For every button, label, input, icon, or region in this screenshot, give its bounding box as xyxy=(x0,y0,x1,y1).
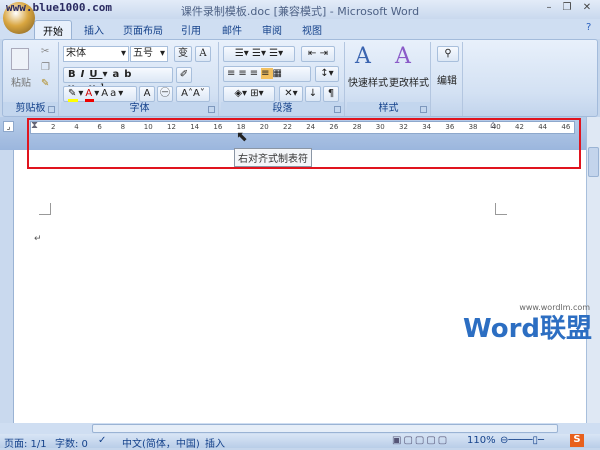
editing-button[interactable]: 编辑 xyxy=(437,72,457,87)
shading-border-buttons[interactable]: ◈▾ ⊞▾ xyxy=(223,86,275,102)
align-buttons[interactable]: ≡≡≡≡▦ xyxy=(223,66,311,82)
tab-review[interactable]: 审阅 xyxy=(262,22,282,37)
find-icon[interactable]: ⚲ xyxy=(437,46,459,62)
sogou-icon[interactable]: S xyxy=(570,434,584,447)
watermark-brand: Word联盟 xyxy=(463,314,593,344)
change-styles-icon[interactable]: A xyxy=(395,44,411,69)
help-icon[interactable]: ? xyxy=(586,22,591,33)
vertical-scrollbar[interactable] xyxy=(586,117,600,423)
dialog-launcher[interactable] xyxy=(208,106,215,113)
tab-insert[interactable]: 插入 xyxy=(84,22,104,37)
group-label: 字体 xyxy=(61,102,218,115)
document-page[interactable]: ↵ xyxy=(14,150,586,423)
dialog-launcher[interactable] xyxy=(334,106,341,113)
ribbon-tabs: 开始 插入 页面布局 引用 邮件 审阅 视图 ? xyxy=(0,19,600,40)
quick-styles-button[interactable]: 快速样式 xyxy=(348,74,388,89)
group-paragraph: ☰▾ ☰▾ ☰▾ ⇤ ⇥ ≡≡≡≡▦ ↕▾ ◈▾ ⊞▾ ✕▾ ↓ ¶ 段落 xyxy=(221,42,345,116)
proofing-icon[interactable]: ✓ xyxy=(98,435,106,446)
vertical-ruler[interactable] xyxy=(0,150,14,423)
minimize-button[interactable]: – xyxy=(540,2,558,16)
cut-icon[interactable]: ✂ xyxy=(41,46,49,57)
close-button[interactable]: ✕ xyxy=(578,2,596,16)
quick-styles-icon[interactable]: A xyxy=(355,44,371,69)
tab-selector-button[interactable]: ⌟ xyxy=(3,121,14,132)
enclose-char-button[interactable]: ㊀ xyxy=(157,86,173,102)
list-buttons[interactable]: ☰▾ ☰▾ ☰▾ xyxy=(223,46,295,62)
tab-mailings[interactable]: 邮件 xyxy=(222,22,242,37)
format-painter-icon[interactable]: ✎ xyxy=(41,78,49,89)
grow-shrink-font-button[interactable]: A˄A˅ xyxy=(176,86,210,102)
color-buttons[interactable]: ✎▾A▾Aa▾ xyxy=(63,86,137,102)
font-name-value: 宋体 xyxy=(66,48,86,59)
font-size-select[interactable]: 五号 ▾ xyxy=(130,46,168,62)
dialog-launcher[interactable] xyxy=(420,106,427,113)
copy-icon[interactable]: ❐ xyxy=(41,62,50,73)
zoom-slider[interactable]: ⊖────▯─ xyxy=(500,435,544,446)
dialog-launcher[interactable] xyxy=(48,106,55,113)
char-shading-button[interactable]: A xyxy=(139,86,155,102)
horizontal-scrollbar[interactable] xyxy=(0,423,600,434)
paste-button[interactable]: 粘贴 xyxy=(11,74,31,89)
site-watermark: www.blue1000.com xyxy=(6,1,112,14)
show-marks-button[interactable]: ¶ xyxy=(323,86,339,102)
font-name-select[interactable]: 宋体 ▾ xyxy=(63,46,129,62)
view-buttons[interactable]: ▣▢▢▢▢ xyxy=(392,435,449,446)
group-styles: A A 快速样式 更改样式 样式 xyxy=(347,42,431,116)
margin-corner xyxy=(39,203,51,215)
format-buttons[interactable]: BIU▾ab x₁x¹ xyxy=(63,67,173,94)
group-label: 段落 xyxy=(221,102,344,115)
ribbon: 粘贴 ✂ ❐ ✎ 剪贴板 宋体▾ 五号▾ 变 A BIU▾ab x₁x¹ ✐ ✎… xyxy=(2,39,598,117)
line-spacing-button[interactable]: ↕▾ xyxy=(315,66,339,82)
tab-page-layout[interactable]: 页面布局 xyxy=(123,22,163,37)
phonetic-guide-button[interactable]: 变 xyxy=(174,46,192,62)
group-label: 样式 xyxy=(347,102,430,115)
clear-format-button[interactable]: ✐ xyxy=(176,67,192,83)
watermark-logo: www.wordlm.com Word联盟 xyxy=(463,303,592,345)
char-border-button[interactable]: A xyxy=(195,46,211,62)
font-size-value: 五号 xyxy=(133,48,153,59)
zoom-level[interactable]: 110% xyxy=(467,435,496,446)
group-label-spacer xyxy=(433,102,462,115)
tab-home[interactable]: 开始 xyxy=(34,20,72,40)
status-bar: 页面: 1/1 字数: 0 ✓ 中文(简体，中国) 插入 ▣▢▢▢▢ 110% … xyxy=(0,434,600,450)
chinese-layout-button[interactable]: ✕▾ xyxy=(279,86,303,102)
tab-view[interactable]: 视图 xyxy=(302,22,322,37)
paste-icon[interactable] xyxy=(11,48,29,70)
indent-buttons[interactable]: ⇤ ⇥ xyxy=(301,46,335,62)
group-clipboard: 粘贴 ✂ ❐ ✎ 剪贴板 xyxy=(3,42,59,116)
mouse-cursor-icon: ⬉ xyxy=(236,129,248,145)
scroll-thumb[interactable] xyxy=(588,147,599,177)
scroll-thumb[interactable] xyxy=(92,424,558,433)
tooltip: 右对齐式制表符 xyxy=(234,148,312,167)
change-styles-button[interactable]: 更改样式 xyxy=(389,74,429,89)
paragraph-mark: ↵ xyxy=(34,234,42,244)
group-editing: ⚲ 编辑 xyxy=(433,42,463,116)
tab-references[interactable]: 引用 xyxy=(181,22,201,37)
group-font: 宋体▾ 五号▾ 变 A BIU▾ab x₁x¹ ✐ ✎▾A▾Aa▾ A ㊀ A˄… xyxy=(61,42,219,116)
restore-button[interactable]: ❐ xyxy=(558,2,576,16)
sort-button[interactable]: ↓ xyxy=(305,86,321,102)
margin-corner xyxy=(495,203,507,215)
